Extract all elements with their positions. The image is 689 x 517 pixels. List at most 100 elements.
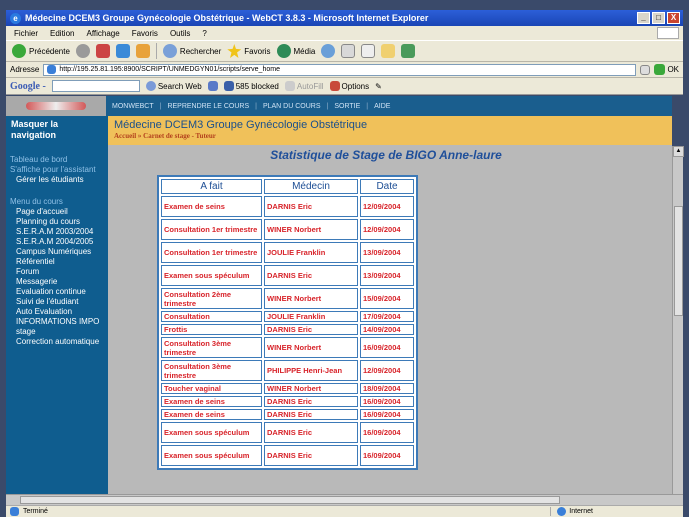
popup-blocker-icon	[223, 81, 234, 91]
go-button[interactable]: OK	[654, 64, 679, 75]
options-button[interactable]: Options	[329, 81, 370, 91]
favorites-button[interactable]: Favoris	[227, 44, 271, 58]
sidebar-item-gerer-etudiants[interactable]: Gérer les étudiants	[6, 175, 108, 185]
window-title: Médecine DCEM3 Groupe Gynécologie Obstét…	[25, 13, 429, 23]
search-web-button[interactable]: Search Web	[145, 81, 202, 91]
screen: e Médecine DCEM3 Groupe Gynécologie Obst…	[0, 0, 689, 517]
sidebar-item-course[interactable]: Correction automatique	[6, 337, 108, 347]
google-logo[interactable]: Google -	[10, 81, 46, 92]
back-button[interactable]: Précédente	[12, 44, 70, 58]
scroll-up-arrow-icon[interactable]: ▲	[673, 146, 684, 157]
autofill-label: AutoFill	[296, 81, 324, 91]
sidebar-item-course[interactable]: INFORMATIONS IMPO	[6, 317, 108, 327]
google-search-input[interactable]	[51, 80, 140, 92]
cell-date: 12/09/2004	[360, 196, 414, 217]
course-title: Médecine DCEM3 Groupe Gynécologie Obstét…	[114, 119, 368, 131]
nav-monwebct[interactable]: MONWEBCT	[112, 103, 154, 110]
search-web-label: Search Web	[157, 81, 202, 91]
sidebar-item-course[interactable]: Forum	[6, 267, 108, 277]
menu-fichier[interactable]: Fichier	[14, 29, 38, 38]
page-title: Statistique de Stage de BIGO Anne-laure	[270, 148, 502, 162]
blocked-count: 585 blocked	[235, 81, 279, 91]
media-button[interactable]: Média	[276, 44, 315, 58]
sidebar-group-dashboard[interactable]: Tableau de bord	[6, 155, 108, 165]
menu-outils[interactable]: Outils	[170, 29, 190, 38]
cell-a-fait: Frottis	[161, 324, 262, 335]
cell-date: 16/09/2004	[360, 409, 414, 420]
cell-date: 12/09/2004	[360, 219, 414, 240]
stats-table: A fait Médecin Date Examen de seins DARNI…	[157, 175, 418, 470]
ie-icon: e	[10, 12, 21, 24]
toolbar: Précédente Rechercher Favoris Média	[6, 40, 683, 62]
autofill-button[interactable]: AutoFill	[284, 81, 324, 91]
cell-date: 13/09/2004	[360, 265, 414, 286]
cell-medecin: DARNIS Eric	[264, 265, 358, 286]
search-button[interactable]: Rechercher	[162, 44, 221, 58]
close-button[interactable]: X	[667, 12, 680, 24]
sidebar-item-course[interactable]: S.E.R.A.M 2003/2004	[6, 227, 108, 237]
sidebar-item-course[interactable]: Auto Evaluation	[6, 307, 108, 317]
minimize-button[interactable]: _	[637, 12, 650, 24]
folder-icon[interactable]	[381, 44, 396, 58]
pencil-icon[interactable]: ✎	[375, 82, 382, 91]
cell-date: 17/09/2004	[360, 311, 414, 322]
sidebar-item-course[interactable]: S.E.R.A.M 2004/2005	[6, 237, 108, 247]
home-icon[interactable]	[135, 44, 150, 58]
nav-sortie[interactable]: SORTIE	[334, 103, 360, 110]
sidebar-item-course[interactable]: Page d'accueil	[6, 207, 108, 217]
sidebar-item-course[interactable]: Planning du cours	[6, 217, 108, 227]
menu-affichage[interactable]: Affichage	[86, 29, 119, 38]
sidebar-item-course[interactable]: Référentiel	[6, 257, 108, 267]
popup-blocker-button[interactable]: 585 blocked	[223, 81, 279, 91]
vertical-scroll-thumb[interactable]	[674, 206, 683, 316]
cell-a-fait: Consultation 3ème trimestre	[161, 360, 262, 381]
options-icon	[329, 81, 340, 91]
nav-reprendre-cours[interactable]: REPRENDRE LE COURS	[167, 103, 249, 110]
menu-help[interactable]: ?	[202, 29, 206, 38]
address-bar: Adresse http://195.25.81.195:8900/SCRIPT…	[6, 62, 683, 78]
cell-medecin: WINER Norbert	[264, 337, 358, 358]
address-input[interactable]: http://195.25.81.195:8900/SCRIPT/UNMEDGY…	[43, 63, 637, 76]
messenger-icon[interactable]	[401, 44, 416, 58]
google-toolbar: Google - Search Web 585 blocked AutoFill…	[6, 78, 683, 95]
forward-button[interactable]	[75, 44, 90, 58]
autofill-icon	[284, 81, 295, 91]
table-row: Consultation 3ème trimestre PHILIPPE Henr…	[161, 360, 414, 381]
nav-aide[interactable]: AIDE	[374, 103, 390, 110]
horizontal-scrollbar[interactable]	[6, 494, 683, 505]
sidebar-item-course[interactable]: Messagerie	[6, 277, 108, 287]
sidebar-item-course[interactable]: stage	[6, 327, 108, 337]
window-title-bar[interactable]: e Médecine DCEM3 Groupe Gynécologie Obst…	[6, 10, 683, 26]
cell-medecin: PHILIPPE Henri-Jean	[264, 360, 358, 381]
nav-plan-du-cours[interactable]: PLAN DU COURS	[263, 103, 321, 110]
cell-a-fait: Examen sous spéculum	[161, 445, 262, 466]
print-icon[interactable]	[361, 44, 376, 58]
sidebar: Masquer la navigation Tableau de bord S'…	[6, 116, 108, 494]
course-header: Médecine DCEM3 Groupe Gynécologie Obstét…	[108, 116, 672, 145]
maximize-button[interactable]: □	[652, 12, 665, 24]
cell-medecin: DARNIS Eric	[264, 445, 358, 466]
address-dropdown-icon[interactable]	[640, 64, 651, 75]
menu-favoris[interactable]: Favoris	[132, 29, 158, 38]
table-row: Examen de seins DARNIS Eric 16/09/2004	[161, 409, 414, 420]
history-icon[interactable]	[321, 44, 336, 58]
menu-edition[interactable]: Edition	[50, 29, 74, 38]
hide-navigation-link[interactable]: Masquer la navigation	[6, 116, 108, 141]
mail-icon[interactable]	[341, 44, 356, 58]
sidebar-item-course[interactable]: Suivi de l'étudiant	[6, 297, 108, 307]
horizontal-scroll-thumb[interactable]	[20, 496, 560, 504]
column-header-date: Date	[360, 179, 414, 194]
refresh-icon[interactable]	[115, 44, 130, 58]
stop-icon[interactable]	[95, 44, 110, 58]
breadcrumb-separator: »	[137, 132, 142, 140]
breadcrumb-home[interactable]: Accueil	[114, 132, 136, 140]
sidebar-item-course[interactable]: Evaluation continue	[6, 287, 108, 297]
cell-medecin: DARNIS Eric	[264, 196, 358, 217]
pagerank-icon[interactable]	[207, 81, 218, 91]
cell-a-fait: Consultation	[161, 311, 262, 322]
table-row: Examen sous spéculum DARNIS Eric 16/09/200…	[161, 422, 414, 443]
sidebar-item-course[interactable]: Campus Numériques	[6, 247, 108, 257]
options-label: Options	[341, 81, 370, 91]
globe-icon	[557, 507, 567, 516]
vertical-scrollbar[interactable]: ▲	[672, 146, 684, 494]
